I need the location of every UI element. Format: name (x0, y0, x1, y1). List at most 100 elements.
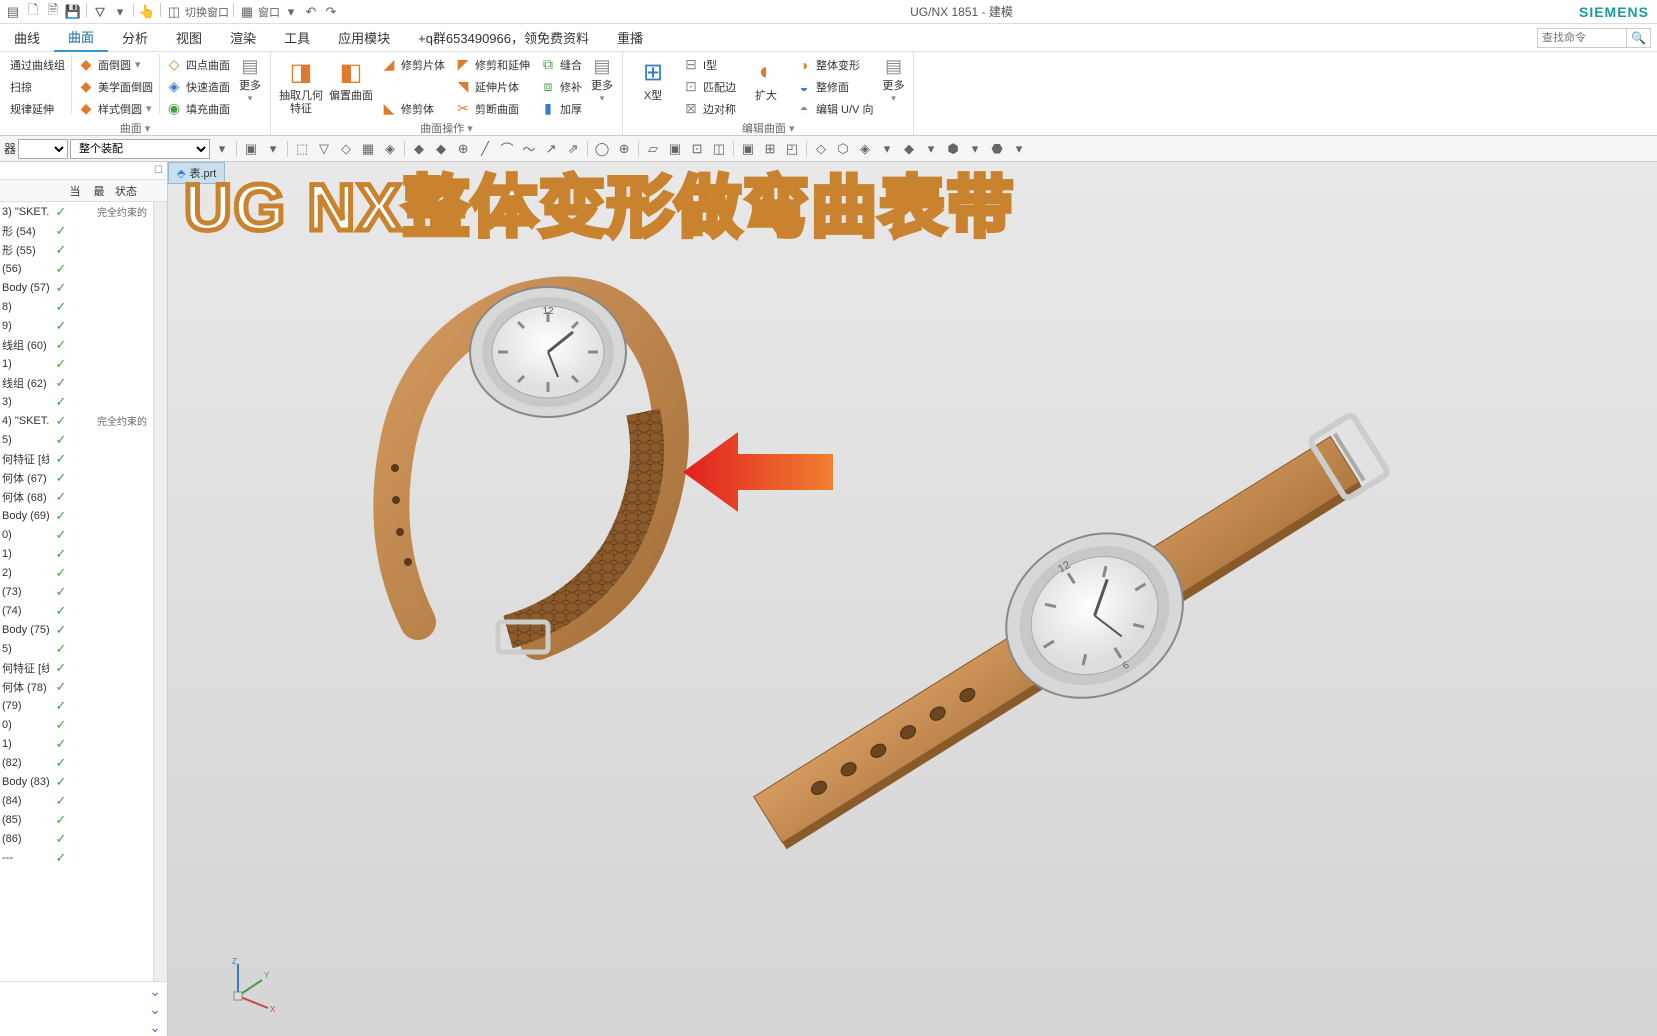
tree-row[interactable]: 0)✓ (0, 525, 153, 544)
menu-analysis[interactable]: 分析 (108, 24, 162, 52)
tb-icon[interactable]: ▣ (738, 139, 758, 159)
collapse-row[interactable]: ⌄ (0, 1000, 167, 1018)
tb-icon[interactable]: ◇ (336, 139, 356, 159)
panel-collapse-icon[interactable]: ◻ (154, 162, 163, 179)
tree-row[interactable]: ---✓ (0, 848, 153, 867)
tree-row[interactable]: 5)✓ (0, 430, 153, 449)
tree-row[interactable]: (82)✓ (0, 753, 153, 772)
trim-extend-btn[interactable]: ◤修剪和延伸 (451, 54, 534, 75)
tree-row[interactable]: 3)✓ (0, 392, 153, 411)
four-point-surface-btn[interactable]: ◇四点曲面 (162, 54, 234, 75)
tree-row[interactable]: (56)✓ (0, 259, 153, 278)
collapse-row[interactable]: ⌄ (0, 1018, 167, 1036)
tb-icon[interactable]: ⊕ (453, 139, 473, 159)
menu-tools[interactable]: 工具 (270, 24, 324, 52)
tb-icon[interactable]: ◆ (899, 139, 919, 159)
tree-scrollbar[interactable] (153, 202, 167, 981)
menu-replay[interactable]: 重播 (603, 24, 657, 52)
style-blend-btn[interactable]: ◆样式倒圆▾ (74, 98, 157, 119)
qat-touch-icon[interactable]: 👆 (138, 3, 156, 21)
tree-row[interactable]: (73)✓ (0, 582, 153, 601)
tb-filter-icon[interactable]: ▽ (314, 139, 334, 159)
x-form-btn[interactable]: ⊞ X型 (629, 54, 677, 105)
qat-new-icon[interactable]: 🗋 (24, 3, 42, 21)
edit-surface-more-btn[interactable]: ▤ 更多 ▾ (879, 54, 907, 106)
window-btn[interactable]: 窗口 (258, 3, 280, 21)
enlarge-btn[interactable]: ◐ 扩大 (742, 54, 790, 105)
tree-row[interactable]: 1)✓ (0, 544, 153, 563)
tb-icon[interactable]: ▦ (358, 139, 378, 159)
tree-row[interactable]: 1)✓ (0, 734, 153, 753)
tree-row[interactable]: 何体 (78)✓ (0, 677, 153, 696)
sweep-btn[interactable]: 扫掠 (6, 76, 69, 97)
tb-face-icon[interactable]: ▣ (241, 139, 261, 159)
tb-icon[interactable]: ⬣ (987, 139, 1007, 159)
tree-row[interactable]: (84)✓ (0, 791, 153, 810)
i-form-btn[interactable]: ⊟I型 (679, 54, 740, 75)
qat-open-icon[interactable]: 🗎 (44, 3, 62, 21)
tb-arc-icon[interactable]: ⌒ (497, 139, 517, 159)
tb-icon[interactable]: ▾ (1009, 139, 1029, 159)
extend-sheet-btn[interactable]: ◥延伸片体 (451, 76, 534, 97)
tree-row[interactable]: 2)✓ (0, 563, 153, 582)
surface-more-btn[interactable]: ▤ 更多 ▾ (236, 54, 264, 106)
qat-dropdown-icon[interactable]: ▾ (111, 3, 129, 21)
tb-icon[interactable]: ▾ (877, 139, 897, 159)
tb-icon[interactable]: ◆ (431, 139, 451, 159)
patch-btn[interactable]: ⧈修补 (536, 76, 586, 97)
global-deform-btn[interactable]: ◑整体变形 (792, 54, 877, 75)
tree-row[interactable]: 形 (54)✓ (0, 221, 153, 240)
tb-icon[interactable]: ⊞ (760, 139, 780, 159)
tb-icon[interactable]: ▾ (965, 139, 985, 159)
tb-icon[interactable]: ▣ (665, 139, 685, 159)
tree-row[interactable]: 何特征 [线...✓ (0, 449, 153, 468)
qat-save-icon[interactable]: 💾 (64, 3, 82, 21)
tb-icon[interactable]: ⇗ (563, 139, 583, 159)
collapse-row[interactable]: ⌄ (0, 982, 167, 1000)
tree-row[interactable]: 线组 (62)✓ (0, 373, 153, 392)
qat-file-icon[interactable]: ▤ (4, 3, 22, 21)
search-button[interactable]: 🔍 (1627, 28, 1651, 48)
trim-body-btn[interactable]: ◣修剪体 (377, 98, 449, 119)
menu-surface[interactable]: 曲面 (54, 24, 108, 52)
trim-sheet-btn[interactable]: ◢修剪片体 (377, 54, 449, 75)
law-extend-btn[interactable]: 规律延伸 (6, 98, 69, 119)
qat-redo-icon[interactable]: ↷ (322, 3, 340, 21)
cut-surface-btn[interactable]: ✂剪断曲面 (451, 98, 534, 119)
tree-row[interactable]: 4) "SKET...✓完全约束的 (0, 411, 153, 430)
aesthetic-blend-btn[interactable]: ◆美学面倒圆 (74, 76, 157, 97)
tree-row[interactable]: Body (83)✓ (0, 772, 153, 791)
tree-row[interactable]: Body (75)✓ (0, 620, 153, 639)
feature-tree[interactable]: 3) "SKET...✓完全约束的形 (54)✓形 (55)✓(56)✓Body… (0, 202, 153, 981)
tree-row[interactable]: (74)✓ (0, 601, 153, 620)
menu-view[interactable]: 视图 (162, 24, 216, 52)
surface-ops-more-btn[interactable]: ▤ 更多 ▾ (588, 54, 616, 106)
quick-surface-btn[interactable]: ◈快速造面 (162, 76, 234, 97)
face-blend-btn[interactable]: ◆面倒圆▾ (74, 54, 157, 75)
tree-row[interactable]: 3) "SKET...✓完全约束的 (0, 202, 153, 221)
tree-row[interactable]: 形 (55)✓ (0, 240, 153, 259)
tree-row[interactable]: Body (57)✓ (0, 278, 153, 297)
switch-window-btn[interactable]: 切换窗口 (185, 3, 229, 21)
tree-row[interactable]: (79)✓ (0, 696, 153, 715)
tb-select-icon[interactable]: ⬚ (292, 139, 312, 159)
window-dropdown-icon[interactable]: ▾ (282, 3, 300, 21)
3d-viewport[interactable]: ⬘ 表.prt UG NX整体变形做弯曲表带 (168, 162, 1657, 1036)
tb-icon[interactable]: ◰ (782, 139, 802, 159)
offset-surface-btn[interactable]: ◧ 偏置曲面 (327, 54, 375, 105)
tree-row[interactable]: (86)✓ (0, 829, 153, 848)
tb-icon[interactable]: ▾ (263, 139, 283, 159)
qat-layout-icon[interactable]: ▦ (238, 3, 256, 21)
tb-icon[interactable]: ↗ (541, 139, 561, 159)
tb-icon[interactable]: 〜 (519, 139, 539, 159)
qat-window-icon[interactable]: ◫ (165, 3, 183, 21)
coordinate-triad[interactable]: X Y Z (218, 956, 278, 1016)
tb-circle-icon[interactable]: ◯ (592, 139, 612, 159)
tree-row[interactable]: (85)✓ (0, 810, 153, 829)
tb-icon[interactable]: ◈ (380, 139, 400, 159)
tree-row[interactable]: 9)✓ (0, 316, 153, 335)
tree-row[interactable]: 8)✓ (0, 297, 153, 316)
tb-icon[interactable]: ◇ (811, 139, 831, 159)
menu-curve[interactable]: 曲线 (0, 24, 54, 52)
tb-icon[interactable]: ◈ (855, 139, 875, 159)
